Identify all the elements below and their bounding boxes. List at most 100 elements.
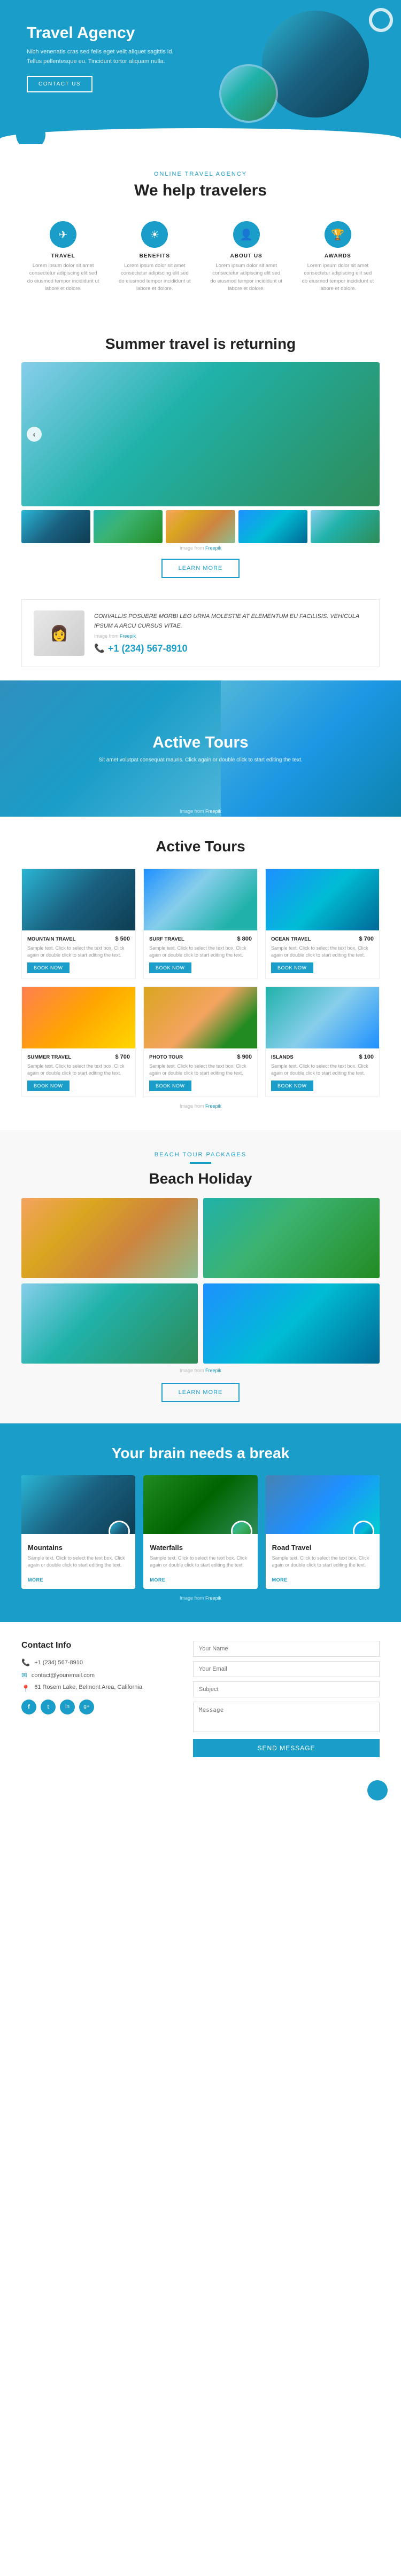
hero-small-circle — [219, 64, 278, 123]
contact-phone-detail: 📞 +1 (234) 567-8910 — [21, 1658, 177, 1667]
contact-info-title: Contact Info — [21, 1641, 177, 1650]
main-image-container: ‹ — [21, 362, 380, 506]
tour-islands-price: $ 100 — [359, 1054, 374, 1060]
social-googleplus[interactable]: g+ — [79, 1700, 94, 1714]
contact-banner-content: CONVALLIS POSUERE MORBI LEO URNA MOLESTI… — [94, 612, 367, 654]
active-banner-title: Active Tours — [70, 733, 331, 751]
travel-icon: ✈ — [50, 221, 76, 248]
form-email-input[interactable] — [193, 1661, 380, 1677]
summer-image-credit: Image from Freepik — [21, 545, 380, 551]
brain-mountains-more-button[interactable]: MORE — [28, 1577, 43, 1583]
social-facebook[interactable]: f — [21, 1700, 36, 1714]
form-subject-input[interactable] — [193, 1681, 380, 1697]
email-icon: ✉ — [21, 1671, 27, 1680]
learn-more-button[interactable]: LEARN MORE — [161, 559, 240, 578]
benefits-icon: ☀ — [141, 221, 168, 248]
brain-waterfalls-img — [143, 1475, 257, 1534]
travel-title: TRAVEL — [27, 253, 99, 259]
beach-title: Beach Holiday — [21, 1170, 380, 1187]
brain-road-name: Road Travel — [272, 1544, 373, 1552]
hero-large-circle — [262, 11, 369, 118]
thumb-4[interactable] — [238, 510, 307, 543]
contact-banner: 👩 CONVALLIS POSUERE MORBI LEO URNA MOLES… — [21, 599, 380, 667]
tour-islands-desc: Sample text. Click to select the text bo… — [271, 1063, 374, 1076]
book-ocean-button[interactable]: BOOK NOW — [271, 962, 313, 973]
tour-surf-name: SURF TRAVEL — [149, 936, 184, 942]
tours-grid: MOUNTAIN TRAVEL $ 500 Sample text. Click… — [21, 868, 380, 1097]
beach-divider — [190, 1162, 211, 1164]
footer — [0, 1776, 401, 1805]
form-name-input[interactable] — [193, 1641, 380, 1657]
tour-ocean-price: $ 700 — [359, 936, 374, 942]
tour-surf-img — [144, 869, 257, 930]
footer-accent-dot — [367, 1780, 388, 1800]
about-title: ABOUT US — [210, 253, 283, 259]
book-summer-button[interactable]: BOOK NOW — [27, 1080, 70, 1091]
tour-mountain-img — [22, 869, 135, 930]
hero-accent-circle — [16, 120, 45, 144]
brain-mountains-name: Mountains — [28, 1544, 129, 1552]
beach-subtitle: BEACH TOUR PACKAGES — [21, 1152, 380, 1158]
address-icon: 📍 — [21, 1685, 30, 1693]
tour-photo-price: $ 900 — [237, 1054, 252, 1060]
brain-card-road: Road Travel Sample text. Click to select… — [266, 1475, 380, 1588]
tour-summer-name: SUMMER TRAVEL — [27, 1054, 71, 1060]
brain-section: Your brain needs a break Mountains Sampl… — [0, 1423, 401, 1622]
hero-description: Nibh venenatis cras sed felis eget velit… — [27, 48, 187, 66]
contact-email-detail: ✉ contact@youremail.com — [21, 1671, 177, 1680]
summer-title: Summer travel is returning — [21, 335, 380, 353]
book-islands-button[interactable]: BOOK NOW — [271, 1080, 313, 1091]
beach-learn-more-button[interactable]: LEARN MORE — [161, 1383, 240, 1402]
book-mountain-button[interactable]: BOOK NOW — [27, 962, 70, 973]
thumb-2[interactable] — [94, 510, 163, 543]
feature-benefits: ☀ BENEFITS Lorem ipsum dolor sit amet co… — [113, 216, 196, 298]
contact-phone-number: +1 (234) 567-8910 — [108, 643, 188, 654]
beach-img-1 — [21, 1198, 198, 1278]
benefits-text: Lorem ipsum dolor sit amet consectetur a… — [118, 262, 191, 293]
beach-credit: Image from Freepik — [21, 1368, 380, 1373]
form-message-input[interactable] — [193, 1702, 380, 1732]
tour-mountain-desc: Sample text. Click to select the text bo… — [27, 945, 130, 958]
thumb-1[interactable] — [21, 510, 90, 543]
book-photo-button[interactable]: BOOK NOW — [149, 1080, 191, 1091]
help-subtitle: ONLINE TRAVEL AGENCY — [21, 171, 380, 177]
brain-card-waterfalls: Waterfalls Sample text. Click to select … — [143, 1475, 257, 1588]
awards-title: AWARDS — [302, 253, 374, 259]
brain-card-mountains: Mountains Sample text. Click to select t… — [21, 1475, 135, 1588]
tour-summer-img — [22, 987, 135, 1048]
thumbnail-row — [21, 510, 380, 543]
hero-bottom-strip — [0, 128, 401, 144]
tour-card-photo: PHOTO TOUR $ 900 Sample text. Click to s… — [143, 986, 258, 1097]
travel-text: Lorem ipsum dolor sit amet consectetur a… — [27, 262, 99, 293]
thumb-5[interactable] — [311, 510, 380, 543]
help-section: ONLINE TRAVEL AGENCY We help travelers ✈… — [0, 144, 401, 319]
tours-credit: Image from Freepik — [21, 1103, 380, 1109]
feature-awards: 🏆 AWARDS Lorem ipsum dolor sit amet cons… — [296, 216, 380, 298]
contact-address-detail: 📍 61 Rosem Lake, Belmont Area, Californi… — [21, 1684, 177, 1693]
benefits-title: BENEFITS — [118, 253, 191, 259]
tour-card-mountain: MOUNTAIN TRAVEL $ 500 Sample text. Click… — [21, 868, 136, 979]
brain-road-more-button[interactable]: MORE — [272, 1577, 288, 1583]
active-banner-content: Active Tours Sit amet volutpat consequat… — [70, 733, 331, 764]
beach-img-4 — [203, 1283, 380, 1364]
prev-arrow-button[interactable]: ‹ — [27, 427, 42, 442]
tour-card-islands: ISLANDS $ 100 Sample text. Click to sele… — [265, 986, 380, 1097]
contact-us-button[interactable]: CONTACT US — [27, 76, 92, 92]
feature-about: 👤 ABOUT US Lorem ipsum dolor sit amet co… — [205, 216, 288, 298]
help-title: We help travelers — [21, 182, 380, 200]
contact-left: Contact Info 📞 +1 (234) 567-8910 ✉ conta… — [21, 1641, 177, 1757]
tour-card-ocean: OCEAN TRAVEL $ 700 Sample text. Click to… — [265, 868, 380, 979]
tour-surf-desc: Sample text. Click to select the text bo… — [149, 945, 252, 958]
brain-waterfalls-more-button[interactable]: MORE — [150, 1577, 165, 1583]
tour-mountain-name: MOUNTAIN TRAVEL — [27, 936, 75, 942]
brain-road-desc: Sample text. Click to select the text bo… — [272, 1555, 373, 1568]
beach-section: BEACH TOUR PACKAGES Beach Holiday Image … — [0, 1130, 401, 1423]
social-twitter[interactable]: t — [41, 1700, 56, 1714]
send-message-button[interactable]: SEND MESSAGE — [193, 1739, 380, 1757]
brain-mountains-desc: Sample text. Click to select the text bo… — [28, 1555, 129, 1568]
thumb-3[interactable] — [166, 510, 235, 543]
brain-waterfalls-desc: Sample text. Click to select the text bo… — [150, 1555, 251, 1568]
contact-banner-image: 👩 — [34, 610, 84, 656]
book-surf-button[interactable]: BOOK NOW — [149, 962, 191, 973]
social-linkedin[interactable]: in — [60, 1700, 75, 1714]
